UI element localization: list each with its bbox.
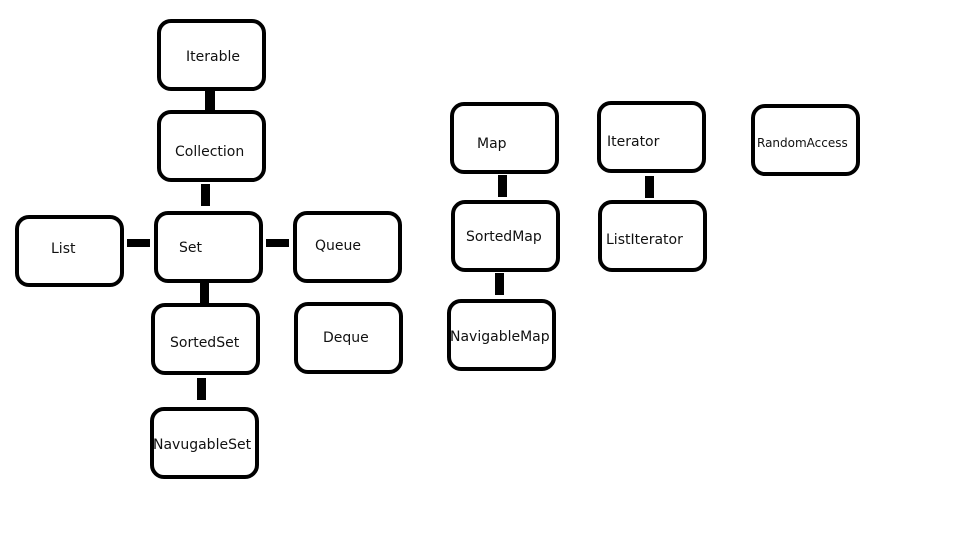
node-sortedset: SortedSet <box>151 303 260 375</box>
connector-iterator-listiterator <box>645 176 654 198</box>
node-label: NavugableSet <box>153 437 252 453</box>
node-map: Map <box>450 102 559 174</box>
node-label: ListIterator <box>606 232 683 248</box>
node-sortedmap: SortedMap <box>451 200 560 272</box>
connector-sortedmap-navigablemap <box>495 273 504 295</box>
connector-list-set <box>127 239 150 247</box>
node-randomaccess: RandomAccess <box>751 104 860 176</box>
node-label: RandomAccess <box>757 136 848 150</box>
connector-set-sortedset <box>200 281 209 303</box>
node-label: Iterator <box>607 134 660 150</box>
connector-collection-set <box>201 184 210 206</box>
node-label: Collection <box>175 144 245 160</box>
node-label: NavigableMap <box>450 329 550 345</box>
node-label: SortedSet <box>170 335 240 351</box>
node-navugableset: NavugableSet <box>150 407 259 479</box>
node-label: Queue <box>315 238 361 254</box>
node-iterable: Iterable <box>157 19 266 91</box>
connector-map-sortedmap <box>498 175 507 197</box>
node-deque: Deque <box>294 302 403 374</box>
connector-sortedset-navugableset <box>197 378 206 400</box>
node-label: Set <box>179 240 202 256</box>
node-label: Iterable <box>186 49 240 65</box>
node-label: Deque <box>323 330 369 346</box>
node-collection: Collection <box>157 110 266 182</box>
node-label: Map <box>477 136 507 152</box>
node-label: SortedMap <box>466 229 542 245</box>
node-list: List <box>15 215 124 287</box>
node-iterator: Iterator <box>597 101 706 173</box>
node-listiterator: ListIterator <box>598 200 707 272</box>
connector-iterable-collection <box>205 88 215 110</box>
node-set: Set <box>154 211 263 283</box>
node-queue: Queue <box>293 211 402 283</box>
node-navigablemap: NavigableMap <box>447 299 556 371</box>
connector-set-queue <box>266 239 289 247</box>
node-label: List <box>51 241 76 257</box>
